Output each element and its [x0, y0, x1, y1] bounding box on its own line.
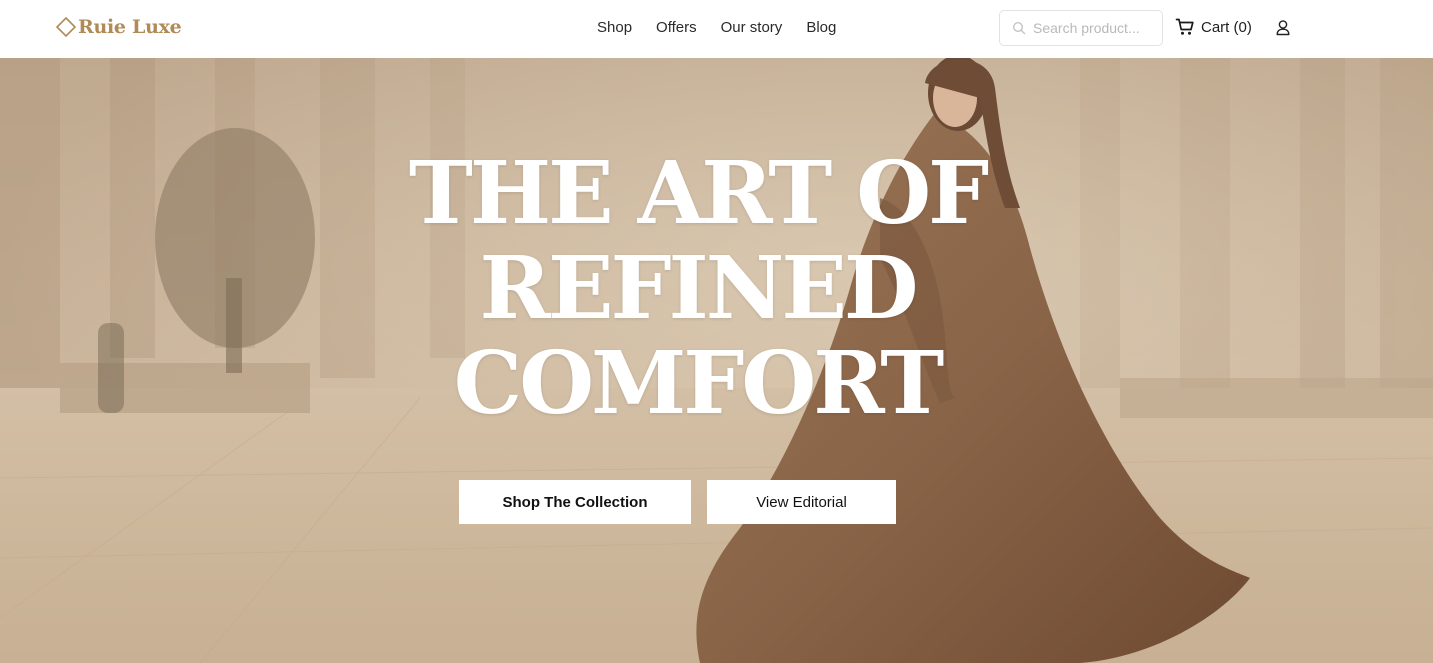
site-header: Ruie Luxe Shop Offers Our story Blog Car… — [0, 0, 1433, 58]
search-icon — [1012, 21, 1026, 35]
brand-logo[interactable]: Ruie Luxe — [55, 14, 182, 40]
user-icon[interactable] — [1274, 18, 1292, 38]
cart-icon — [1175, 18, 1194, 35]
view-editorial-button[interactable]: View Editorial — [707, 480, 896, 524]
diamond-outline-icon — [55, 16, 77, 38]
brand-name: Ruie Luxe — [78, 16, 182, 38]
cart-label: Cart (0) — [1201, 18, 1252, 36]
hero-title: THE ART OF REFINED COMFORT — [300, 146, 1095, 431]
nav-item-offers[interactable]: Offers — [656, 19, 697, 37]
search-box[interactable] — [999, 10, 1163, 46]
nav-item-blog[interactable]: Blog — [806, 19, 836, 37]
hero-title-line-2: REFINED — [479, 238, 918, 339]
hero-title-line-3: COMFORT — [453, 333, 944, 434]
shop-collection-button[interactable]: Shop The Collection — [459, 480, 691, 524]
cart-button[interactable]: Cart (0) — [1175, 17, 1252, 37]
search-input[interactable] — [1033, 20, 1153, 36]
nav-item-shop[interactable]: Shop — [597, 19, 632, 37]
hero-title-line-1: THE ART OF — [408, 143, 989, 244]
main-nav: Shop Offers Our story Blog — [597, 19, 836, 37]
nav-item-our-story[interactable]: Our story — [721, 19, 783, 37]
hero-section: THE ART OF REFINED COMFORT Shop The Coll… — [0, 58, 1433, 663]
